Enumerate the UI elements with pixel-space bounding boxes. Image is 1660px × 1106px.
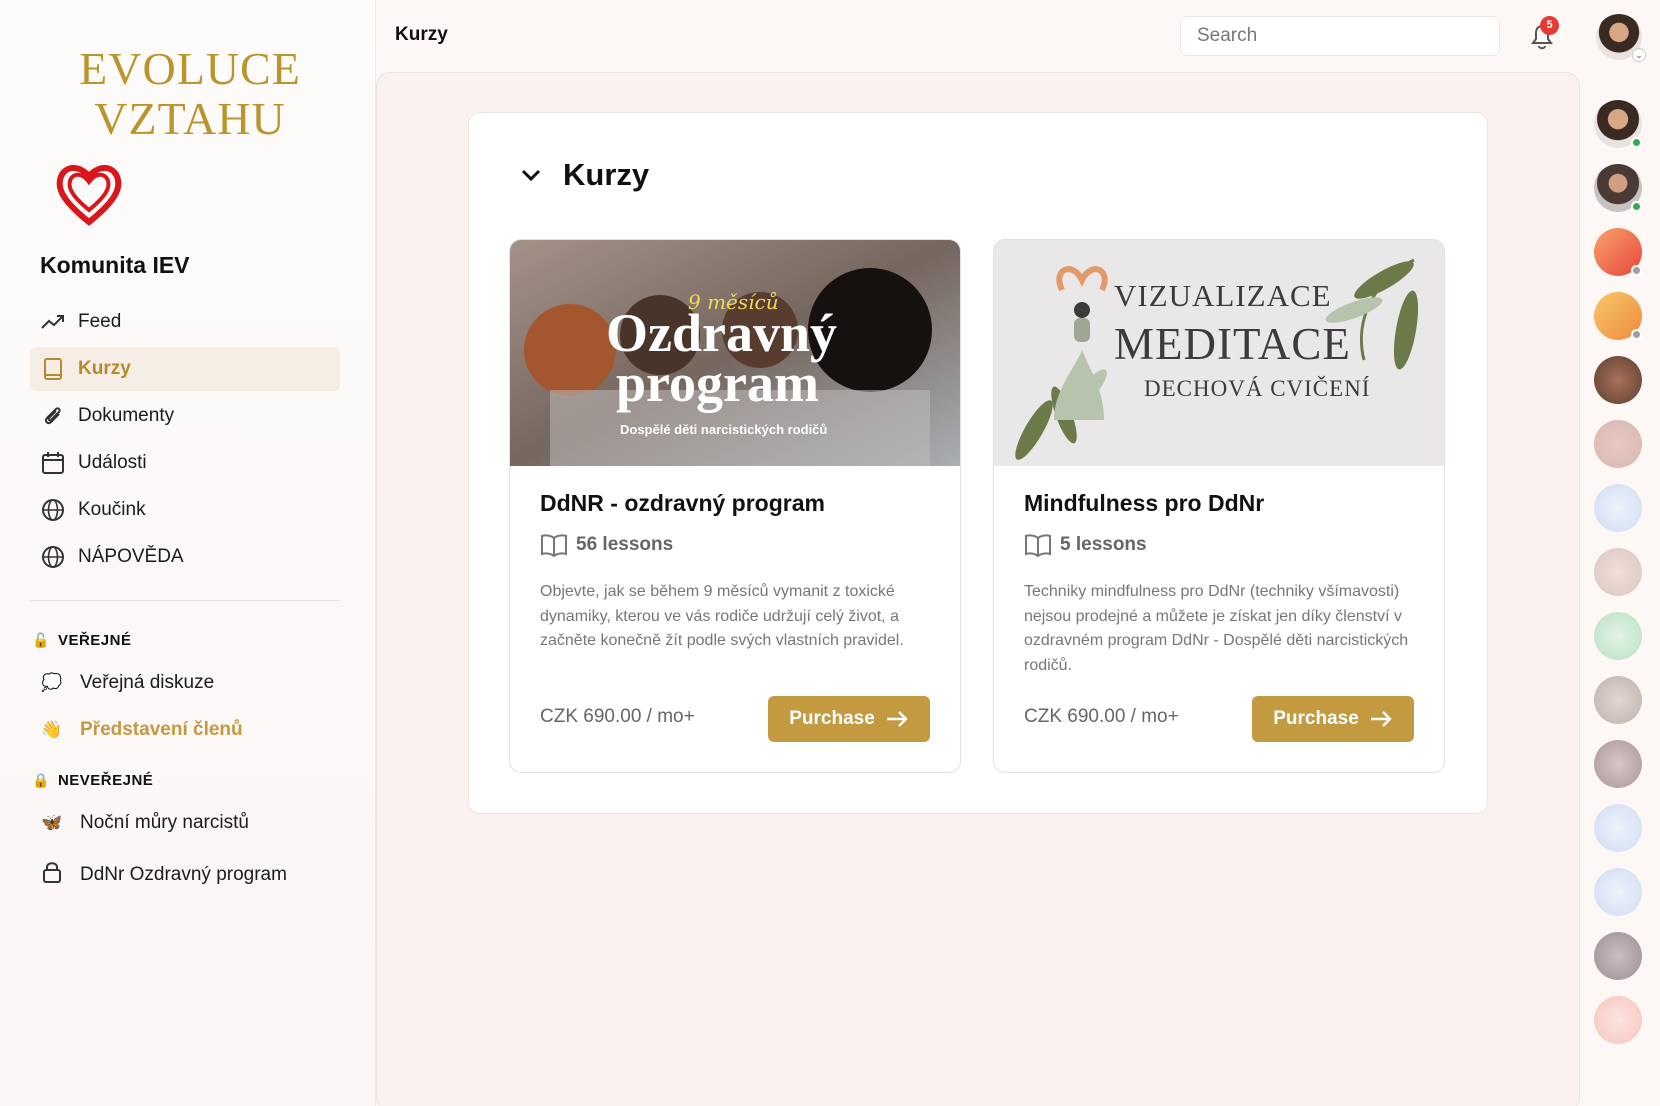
member-avatar[interactable]	[1594, 484, 1642, 532]
page-title: Kurzy	[395, 24, 448, 45]
book-icon	[40, 356, 66, 382]
nav-item-feed[interactable]: Feed	[30, 300, 340, 344]
member-avatar[interactable]	[1594, 420, 1642, 468]
nav-item-kurzy[interactable]: Kurzy	[30, 347, 340, 391]
community-name: Komunita IEV	[40, 252, 190, 278]
sidebar-item-ddnr-program[interactable]: DdNr Ozdravný program	[40, 860, 287, 889]
chevron-down-icon[interactable]	[517, 161, 545, 189]
brand-line-1: EVOLUCE	[79, 43, 301, 94]
open-book-icon	[1025, 534, 1051, 558]
purchase-button[interactable]: Purchase	[1252, 696, 1414, 742]
course-card[interactable]: 9 měsíců Ozdravný program Dospělé děti n…	[509, 239, 961, 773]
thumb-subtitle: Dospělé děti narcistických rodičů	[620, 422, 828, 437]
course-price: CZK 690.00 / mo+	[540, 706, 695, 727]
nav-item-koucink[interactable]: Koučink	[30, 488, 340, 532]
member-avatar[interactable]	[1594, 932, 1642, 980]
lock-icon	[40, 860, 64, 889]
globe-icon	[40, 497, 66, 523]
nav-item-label: Feed	[78, 311, 122, 332]
member-avatar[interactable]	[1594, 548, 1642, 596]
members-rail	[1594, 100, 1648, 1060]
chevron-down-icon[interactable]: ⌄	[1632, 48, 1646, 62]
nav-item-napoveda[interactable]: NÁPOVĚDA	[30, 535, 340, 579]
globe-icon	[40, 544, 66, 570]
member-avatar[interactable]	[1594, 356, 1642, 404]
brand-line-2: VZTAHU	[94, 93, 286, 144]
course-thumbnail[interactable]: 9 měsíců Ozdravný program Dospělé děti n…	[510, 240, 960, 466]
lesson-count: 56 lessons	[540, 532, 673, 558]
open-book-icon	[541, 534, 567, 558]
section-title: Kurzy	[563, 157, 650, 192]
offline-indicator	[1631, 329, 1642, 340]
online-indicator	[1631, 137, 1642, 148]
search-input[interactable]	[1180, 16, 1500, 56]
member-avatar[interactable]	[1594, 164, 1642, 212]
nav-item-label: Kurzy	[78, 358, 131, 379]
member-avatar[interactable]	[1594, 100, 1642, 148]
member-avatar[interactable]	[1594, 676, 1642, 724]
member-avatar[interactable]	[1594, 804, 1642, 852]
course-title[interactable]: Mindfulness pro DdNr	[1024, 490, 1264, 517]
member-avatar[interactable]	[1594, 740, 1642, 788]
sidebar-item-predstaveni-clenu[interactable]: 👋 Představení členů	[40, 719, 242, 741]
member-avatar[interactable]	[1594, 228, 1642, 276]
thumb-title-1: Ozdravný	[606, 303, 838, 363]
butterfly-icon: 🦋	[41, 813, 63, 832]
trending-icon	[40, 309, 66, 335]
section-header[interactable]: Kurzy	[517, 157, 649, 193]
lock-icon: 🔒	[32, 772, 50, 788]
nav-item-dokumenty[interactable]: Dokumenty	[30, 394, 340, 438]
online-indicator	[1631, 201, 1642, 212]
arrow-right-icon	[1370, 711, 1392, 727]
nav-item-label: Dokumenty	[78, 405, 175, 426]
section-title-private: 🔒 NEVEŘEJNÉ	[32, 772, 154, 789]
thumb-line-2: MEDITACE	[1114, 319, 1351, 369]
member-avatar[interactable]	[1594, 292, 1642, 340]
member-avatar[interactable]	[1594, 612, 1642, 660]
nav-item-label: Události	[78, 452, 147, 473]
course-thumbnail[interactable]: VIZUALIZACE MEDITACE DECHOVÁ CVIČENÍ	[994, 240, 1444, 466]
course-title[interactable]: DdNR - ozdravný program	[540, 490, 825, 517]
main-nav: Feed Kurzy Dokumenty Události Koučink NÁ…	[30, 300, 340, 582]
nav-item-label: NÁPOVĚDA	[78, 546, 184, 567]
course-price: CZK 690.00 / mo+	[1024, 706, 1179, 727]
thumb-line-3: DECHOVÁ CVIČENÍ	[1144, 376, 1371, 401]
thumb-line-1: VIZUALIZACE	[1114, 278, 1332, 313]
sidebar-item-verejna-diskuze[interactable]: 💭 Veřejná diskuze	[40, 672, 214, 694]
calendar-icon	[40, 450, 66, 476]
thumb-title-2: program	[616, 353, 819, 413]
unlocked-icon: 🔓	[32, 632, 50, 648]
speech-bubble-icon: 💭	[41, 673, 63, 692]
course-card[interactable]: VIZUALIZACE MEDITACE DECHOVÁ CVIČENÍ Min…	[993, 239, 1445, 773]
purchase-button[interactable]: Purchase	[768, 696, 930, 742]
member-avatar[interactable]	[1594, 996, 1642, 1044]
paperclip-icon	[40, 403, 66, 429]
brand-logo[interactable]: EVOLUCE VZTAHU	[70, 44, 310, 144]
heart-logo-icon	[56, 164, 122, 226]
sidebar-divider	[30, 600, 340, 601]
nav-item-udalosti[interactable]: Události	[30, 441, 340, 485]
member-avatar[interactable]	[1594, 868, 1642, 916]
lesson-count: 5 lessons	[1024, 532, 1147, 558]
nav-item-label: Koučink	[78, 499, 146, 520]
courses-section: Kurzy 9 měsíců Ozdravný program Dospělé …	[468, 112, 1488, 814]
course-description: Techniky mindfulness pro DdNr (techniky …	[1024, 583, 1409, 674]
section-title-public: 🔓 VEŘEJNÉ	[32, 632, 132, 649]
notification-badge: 5	[1540, 16, 1559, 35]
course-description: Objevte, jak se během 9 měsíců vymanit z…	[540, 583, 904, 649]
sidebar-item-nocni-mury[interactable]: 🦋 Noční můry narcistů	[40, 812, 249, 834]
arrow-right-icon	[886, 711, 908, 727]
sidebar: EVOLUCE VZTAHU Komunita IEV Feed Kurzy D…	[0, 0, 376, 1106]
waving-hand-icon: 👋	[41, 720, 63, 739]
offline-indicator	[1631, 265, 1642, 276]
